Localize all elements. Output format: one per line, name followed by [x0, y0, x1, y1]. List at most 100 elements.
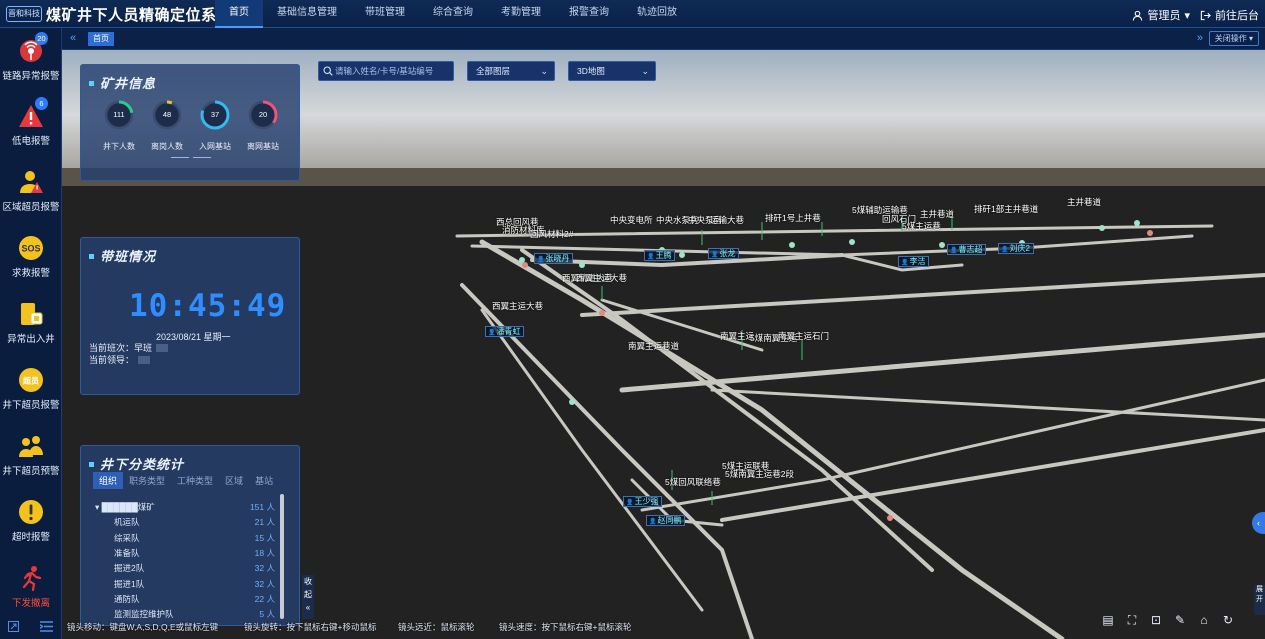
- sidebar-item-link-alarm[interactable]: 20 链路异常报警: [0, 30, 62, 90]
- chevron-right-icon[interactable]: »: [1197, 32, 1203, 44]
- abnormal-exit-icon: [21, 303, 43, 325]
- tunnel-label: 南翼主运石门: [778, 331, 830, 341]
- tunnel-label: 主井巷道: [920, 209, 955, 219]
- nav-alarm-query[interactable]: 报警查询: [555, 0, 623, 28]
- sidebar-label: 低电报警: [11, 136, 50, 147]
- tree-row-count: 18 人: [254, 547, 275, 558]
- evacuate-icon: [22, 566, 42, 591]
- nav-query[interactable]: 综合查询: [419, 0, 487, 28]
- stat-label[interactable]: 井下人数: [94, 141, 144, 152]
- tab-area[interactable]: 区域: [219, 472, 249, 489]
- person-marker[interactable]: 王少强: [623, 496, 663, 507]
- close-operations-button[interactable]: 关闭操作 ▾: [1208, 31, 1259, 46]
- sidebar-item-evacuate[interactable]: 下发撤离: [0, 557, 62, 617]
- current-leader: 当前领导：: [89, 353, 151, 366]
- stat-value: 48: [162, 110, 172, 119]
- map-mode-select[interactable]: 3D地图 ⌄: [568, 61, 656, 81]
- stat-label[interactable]: 离网基站: [238, 141, 288, 152]
- person-marker[interactable]: 王腾: [644, 250, 676, 261]
- tree-row[interactable]: 通防队 22 人: [95, 593, 275, 605]
- measure-icon[interactable]: ✎: [1172, 612, 1188, 628]
- collapse-panel-button[interactable]: 收起 «: [302, 575, 314, 619]
- person-marker[interactable]: 刘庆2: [998, 243, 1034, 254]
- chevron-left-icon[interactable]: «: [70, 32, 76, 44]
- stat-value: 37: [210, 110, 220, 119]
- tab-base-station[interactable]: 基站: [249, 472, 279, 489]
- person-marker[interactable]: 赵同鹏: [646, 515, 686, 526]
- tunnel-label: 回风材料2#: [530, 229, 574, 239]
- tunnel-label: 5煤回风联络巷: [665, 477, 721, 487]
- svg-text:超员: 超员: [22, 376, 39, 386]
- nav-attendance[interactable]: 考勤管理: [487, 0, 555, 28]
- nav-home[interactable]: 首页: [215, 0, 263, 28]
- sidebar-item-low-battery[interactable]: 6 低电报警: [0, 95, 62, 155]
- redacted-block: [138, 356, 151, 364]
- backend-link[interactable]: 前往后台: [1200, 7, 1259, 23]
- sidebar-label: 下发撤离: [11, 598, 50, 609]
- tab-job-type[interactable]: 工种类型: [171, 472, 219, 489]
- camera-help-bar: 镜头移动：键盘W,A,S,D,Q,E或鼠标左键 镜头旋转：按下鼠标右键+移动鼠标…: [62, 619, 1102, 639]
- person-marker[interactable]: 李洁: [898, 256, 930, 267]
- alarm-sidebar: 20 链路异常报警 6 低电报警 区域超员报警 SOS 求救报警 异常出入井 超…: [0, 28, 62, 639]
- sidebar-item-sos[interactable]: SOS 求救报警: [0, 227, 62, 287]
- person-marker[interactable]: 潘青虹: [485, 326, 525, 337]
- scrollbar[interactable]: [280, 494, 284, 619]
- tab-organization[interactable]: 组织: [93, 472, 124, 489]
- sidebar-item-underground-overload[interactable]: 超员 井下超员报警: [0, 359, 62, 419]
- tunnel-label: 西翼主运大巷: [492, 301, 544, 311]
- layer-select[interactable]: 全部图层 ⌄: [467, 61, 555, 81]
- sidebar-label: 井下超员报警: [2, 400, 60, 411]
- person-marker[interactable]: 张龙: [708, 248, 740, 259]
- user-icon: [1133, 10, 1143, 21]
- underground-overload-icon: 超员: [19, 368, 43, 392]
- legend-icon[interactable]: ▤: [1100, 612, 1116, 628]
- tree-row-name: 通防队: [114, 593, 140, 604]
- tab-position-type[interactable]: 职务类型: [123, 472, 171, 489]
- tunnel-label: 西翼主运大巷: [576, 273, 628, 283]
- sidebar-label: 井下超员预警: [2, 466, 60, 477]
- tree-row[interactable]: 综采队 15 人: [95, 532, 275, 544]
- stat-label[interactable]: 入网基站: [190, 141, 240, 152]
- person-marker[interactable]: 张晓丹: [534, 253, 574, 264]
- person-marker[interactable]: 曹志超: [947, 244, 987, 255]
- expand-icon[interactable]: [8, 621, 19, 632]
- tree-row[interactable]: 掘进2队 32 人: [95, 562, 275, 574]
- current-shift-label: 当前班次：: [89, 343, 135, 353]
- user-menu[interactable]: 管理员 ▾: [1132, 7, 1190, 23]
- tree-row-count: 32 人: [254, 563, 275, 574]
- sidebar-item-area-overload[interactable]: 区域超员报警: [0, 161, 62, 221]
- tree-row[interactable]: ▾ ██████煤矿 151 人: [95, 501, 275, 513]
- company-logo: 晋和科技: [6, 6, 42, 22]
- help-speed: 镜头速度：按下鼠标右键+鼠标滚轮: [499, 622, 632, 632]
- tree-row-count: 21 人: [254, 517, 275, 528]
- sidebar-item-overload-warning[interactable]: 井下超员预警: [0, 425, 62, 485]
- sidebar-item-abnormal-exit[interactable]: 异常出入井: [0, 293, 62, 353]
- tab-home[interactable]: 首页: [88, 32, 114, 46]
- search-input[interactable]: 请输入姓名/卡号/基站编号: [318, 61, 454, 81]
- tunnel-label: 中央变电所: [610, 215, 653, 225]
- menu-toggle-icon[interactable]: [40, 621, 53, 632]
- basket-icon[interactable]: ⌂: [1196, 612, 1212, 628]
- tree-row-name: ▾ ██████煤矿: [95, 502, 155, 512]
- nav-basic-info[interactable]: 基础信息管理: [263, 0, 351, 28]
- sidebar-item-timeout[interactable]: 超时报警: [0, 491, 62, 551]
- nav-shift-mgmt[interactable]: 带班管理: [351, 0, 419, 28]
- tree-row[interactable]: 准备队 18 人: [95, 547, 275, 559]
- sidebar-label: 求救报警: [11, 268, 50, 279]
- fit-view-icon[interactable]: ⊡: [1148, 612, 1164, 628]
- right-panel-tab[interactable]: 展开: [1254, 585, 1265, 615]
- tree-row-count: 15 人: [254, 532, 275, 543]
- tunnel-label: 排矸1部主井巷道: [974, 204, 1039, 214]
- tunnel-label: 5煤主运巷: [902, 221, 941, 231]
- stat-label[interactable]: 离岗人数: [142, 141, 192, 152]
- nav-track-playback[interactable]: 轨迹回放: [623, 0, 691, 28]
- refresh-icon[interactable]: ↻: [1220, 612, 1236, 628]
- tree-row[interactable]: 掘进1队 32 人: [95, 578, 275, 590]
- tree-row-name: 掘进1队: [114, 578, 145, 589]
- fullscreen-icon[interactable]: ⛶: [1124, 612, 1140, 628]
- user-name: 管理员: [1147, 10, 1181, 22]
- shift-panel: 带班情况 10:45:49 2023/08/21 星期一 当前班次：早班 当前领…: [80, 237, 300, 395]
- tree-row[interactable]: 机运队 21 人: [95, 516, 275, 528]
- digital-clock: 10:45:49: [129, 288, 287, 324]
- map-toolbar: ▤ ⛶ ⊡ ✎ ⌂ ↻: [1100, 612, 1236, 632]
